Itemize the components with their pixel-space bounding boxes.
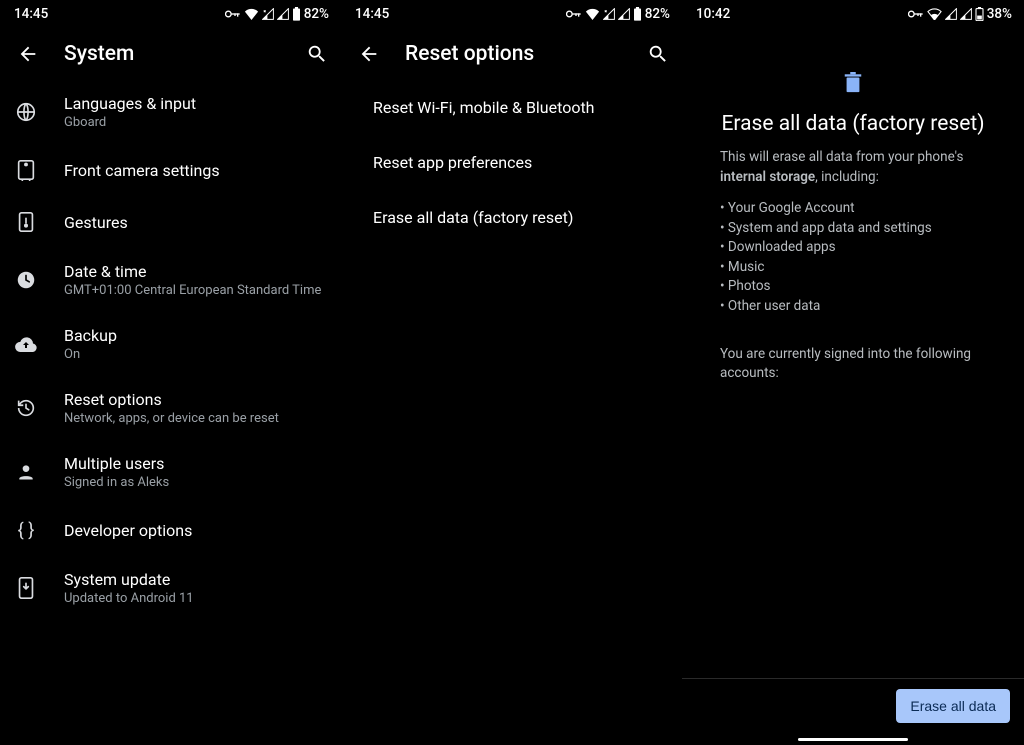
status-bar: 14:45 82% (341, 0, 682, 28)
wifi-icon (585, 8, 600, 20)
row-reset-app-prefs[interactable]: Reset app preferences (341, 135, 682, 190)
front-camera-icon (14, 158, 38, 182)
vpn-key-icon (908, 10, 924, 18)
signal-2-icon (960, 8, 972, 20)
row-sub: On (64, 347, 327, 362)
row-front-camera[interactable]: Front camera settings (0, 144, 341, 196)
factory-accounts-text: You are currently signed into the follow… (710, 345, 996, 384)
status-icons: 82% (225, 6, 329, 22)
row-sub: GMT+01:00 Central European Standard Time (64, 283, 327, 298)
row-sub: Network, apps, or device can be reset (64, 411, 327, 426)
row-sub: Signed in as Aleks (64, 475, 327, 490)
factory-heading: Erase all data (factory reset) (710, 112, 996, 136)
status-bar: 14:45 82% (0, 0, 341, 28)
app-bar: System (0, 28, 341, 80)
wifi-icon (927, 8, 942, 20)
signal-2-icon (618, 8, 630, 20)
battery-pct: 82% (645, 6, 670, 22)
factory-lead: This will erase all data from your phone… (710, 148, 996, 187)
row-multiple-users[interactable]: Multiple users Signed in as Aleks (0, 440, 341, 504)
row-developer-options[interactable]: { } Developer options (0, 504, 341, 556)
row-languages-input[interactable]: Languages & input Gboard (0, 80, 341, 144)
row-title: Multiple users (64, 454, 327, 473)
person-icon (14, 460, 38, 484)
system-list: Languages & input Gboard Front camera se… (0, 80, 341, 620)
battery-icon (633, 7, 642, 21)
row-title: Backup (64, 326, 327, 345)
bullet-item: Photos (720, 277, 996, 297)
signal-1-icon (262, 8, 274, 20)
nav-pill-icon (798, 738, 908, 741)
bullet-item: Downloaded apps (720, 238, 996, 258)
arrow-back-icon (358, 43, 380, 65)
factory-bullets: Your Google Account System and app data … (720, 199, 996, 316)
search-icon (306, 43, 328, 65)
factory-content: Erase all data (factory reset) This will… (682, 28, 1024, 678)
app-bar: Reset options (341, 28, 682, 80)
row-title: Languages & input (64, 94, 327, 113)
cloud-upload-icon (14, 332, 38, 356)
back-button[interactable] (14, 40, 42, 68)
reset-list: Reset Wi-Fi, mobile & Bluetooth Reset ap… (341, 80, 682, 245)
status-time: 10:42 (696, 6, 730, 22)
signal-1-icon (603, 8, 615, 20)
back-button[interactable] (355, 40, 383, 68)
row-reset-options[interactable]: Reset options Network, apps, or device c… (0, 376, 341, 440)
signal-2-icon (277, 8, 289, 20)
row-title: Reset options (64, 390, 327, 409)
bullet-item: Other user data (720, 297, 996, 317)
row-title: Gestures (64, 213, 327, 232)
screen-reset-options: 14:45 82% Reset options Reset Wi-Fi, mob… (341, 0, 682, 745)
screen-factory-reset: 10:42 38% Erase all data (factory reset)… (682, 0, 1024, 745)
battery-pct: 38% (987, 6, 1012, 22)
row-title: Developer options (64, 521, 327, 540)
search-button[interactable] (303, 40, 331, 68)
erase-all-data-button[interactable]: Erase all data (896, 689, 1010, 723)
row-backup[interactable]: Backup On (0, 312, 341, 376)
row-sub: Gboard (64, 115, 327, 130)
signal-1-icon (945, 8, 957, 20)
row-sub: Updated to Android 11 (64, 591, 327, 606)
restore-icon (14, 396, 38, 420)
row-system-update[interactable]: System update Updated to Android 11 (0, 556, 341, 620)
bullet-item: Your Google Account (720, 199, 996, 219)
search-button[interactable] (644, 40, 672, 68)
page-title: System (64, 42, 281, 66)
row-title: Front camera settings (64, 161, 327, 180)
wifi-icon (244, 8, 259, 20)
row-title: System update (64, 570, 327, 589)
globe-icon (14, 100, 38, 124)
row-gestures[interactable]: Gestures (0, 196, 341, 248)
page-title: Reset options (405, 42, 622, 66)
row-reset-wifi[interactable]: Reset Wi-Fi, mobile & Bluetooth (341, 80, 682, 135)
status-bar: 10:42 38% (682, 0, 1024, 28)
row-title: Date & time (64, 262, 327, 281)
battery-icon (292, 7, 301, 21)
screen-system: 14:45 82% System Languages & input Gboar… (0, 0, 341, 745)
clock-icon (14, 268, 38, 292)
row-erase-all-data[interactable]: Erase all data (factory reset) (341, 190, 682, 245)
arrow-back-icon (17, 43, 39, 65)
gestures-icon (14, 210, 38, 234)
battery-pct: 82% (304, 6, 329, 22)
vpn-key-icon (225, 10, 241, 18)
status-time: 14:45 (355, 6, 389, 22)
status-time: 14:45 (14, 6, 48, 22)
status-icons: 82% (566, 6, 670, 22)
bullet-item: Music (720, 258, 996, 278)
status-icons: 38% (908, 6, 1012, 22)
search-icon (647, 43, 669, 65)
battery-icon (975, 7, 984, 21)
trash-icon (843, 72, 863, 98)
bullet-item: System and app data and settings (720, 219, 996, 239)
nav-bar[interactable] (682, 733, 1024, 745)
button-bar: Erase all data (682, 678, 1024, 733)
row-date-time[interactable]: Date & time GMT+01:00 Central European S… (0, 248, 341, 312)
vpn-key-icon (566, 10, 582, 18)
system-update-icon (14, 576, 38, 600)
braces-icon: { } (14, 518, 38, 542)
